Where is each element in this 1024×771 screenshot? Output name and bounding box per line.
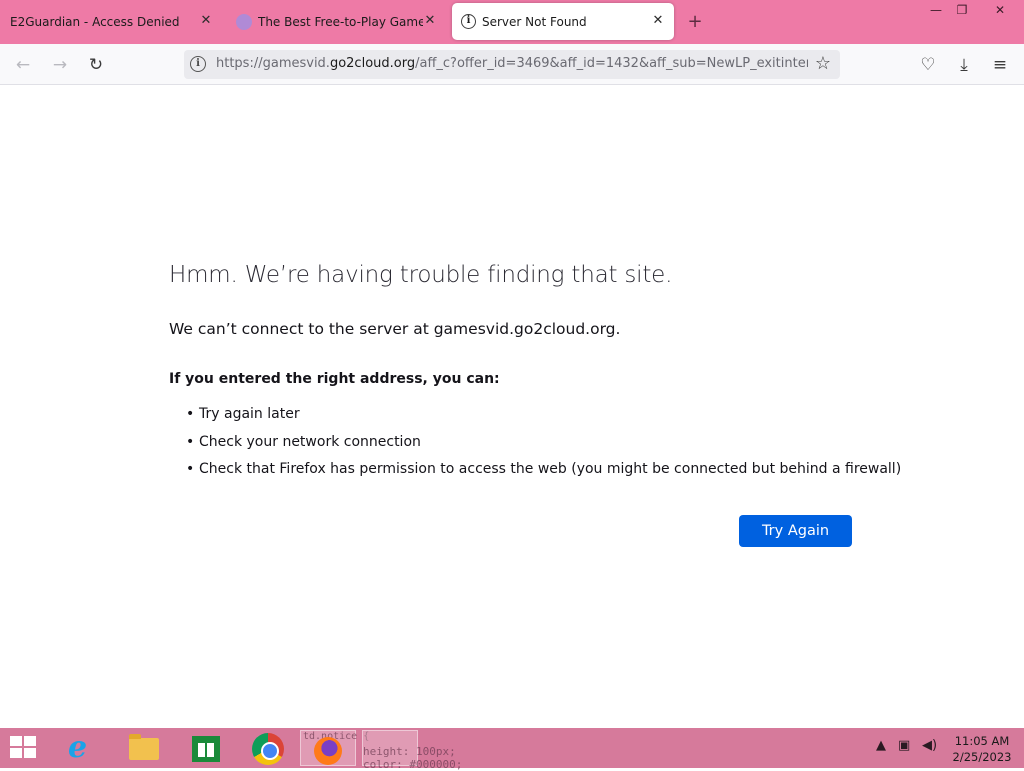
site-favicon-icon [236,13,252,30]
list-item: Try again later [186,404,901,432]
site-info-icon[interactable]: i [190,56,206,72]
url-domain: go2cloud.org [329,56,416,71]
tab-strip: E2Guardian - Access Denied ✕ The Best Fr… [0,0,1024,44]
restore-window-button[interactable]: ❐ [946,0,978,22]
url-prefix: https://gamesvid. [216,56,330,71]
tab-server-not-found[interactable]: i Server Not Found ✕ [452,3,674,40]
bookmark-star-icon[interactable]: ☆ [812,53,834,75]
forward-button[interactable]: → [48,53,72,77]
windows-start-icon[interactable] [10,736,38,760]
try-again-button[interactable]: Try Again [739,515,852,547]
tab-free-games[interactable]: The Best Free-to-Play Games in ✕ [226,3,446,40]
clock-date: 2/25/2023 [952,750,1012,764]
close-tab-icon[interactable]: ✕ [650,13,666,29]
windows-taskbar: e td.notice { height: 100px; color: #0000… [0,728,1024,771]
tab-label: E2Guardian - Access Denied [10,14,180,29]
error-description: We can’t connect to the server at gamesv… [169,320,621,338]
ghost-text: height: 100px; color: #000000; [363,745,463,771]
error-page: Hmm. We’re having trouble finding that s… [0,86,1024,728]
address-bar[interactable]: i https://gamesvid.go2cloud.org/aff_c?of… [184,50,840,79]
app-menu-icon[interactable]: ≡ [988,53,1012,77]
info-icon: i [461,14,476,29]
reload-button[interactable]: ↻ [84,53,108,77]
clock-time: 11:05 AM [954,734,1010,748]
tab-label: Server Not Found [482,14,587,29]
list-item: Check your network connection [186,432,901,460]
app-thumbnail-icon[interactable]: height: 100px; color: #000000; [362,730,462,771]
show-hidden-icons-icon[interactable]: ▲ [876,738,886,753]
url-suffix: /aff_c?offer_id=3469&aff_id=1432&aff_sub… [415,56,808,71]
downloads-icon[interactable]: ⤓ [952,53,976,77]
network-icon[interactable]: ▣ [898,738,910,753]
firefox-icon[interactable]: td.notice { [300,730,369,766]
volume-icon[interactable]: ◀) [922,738,937,753]
close-window-button[interactable]: ✕ [984,0,1016,22]
list-item: Check that Firefox has permission to acc… [186,459,901,487]
tab-e2guardian[interactable]: E2Guardian - Access Denied ✕ [0,3,222,40]
internet-explorer-icon[interactable]: e [54,730,110,766]
error-title: Hmm. We’re having trouble finding that s… [169,262,673,288]
suggestions-heading: If you entered the right address, you ca… [169,371,500,387]
chrome-icon[interactable] [240,730,296,766]
file-explorer-icon[interactable] [116,730,172,766]
close-tab-icon[interactable]: ✕ [422,13,438,29]
url-text[interactable]: https://gamesvid.go2cloud.org/aff_c?offe… [216,56,808,71]
store-icon[interactable] [178,730,234,766]
tab-label: The Best Free-to-Play Games in [258,14,423,29]
navigation-toolbar: ← → ↻ i https://gamesvid.go2cloud.org/af… [0,44,1024,85]
close-tab-icon[interactable]: ✕ [198,13,214,29]
suggestions-list: Try again later Check your network conne… [186,404,901,487]
back-button[interactable]: ← [11,53,35,77]
pocket-icon[interactable]: ♡ [916,53,940,77]
new-tab-button[interactable]: + [684,11,706,33]
system-clock[interactable]: 11:05 AM 2/25/2023 [952,733,1012,765]
